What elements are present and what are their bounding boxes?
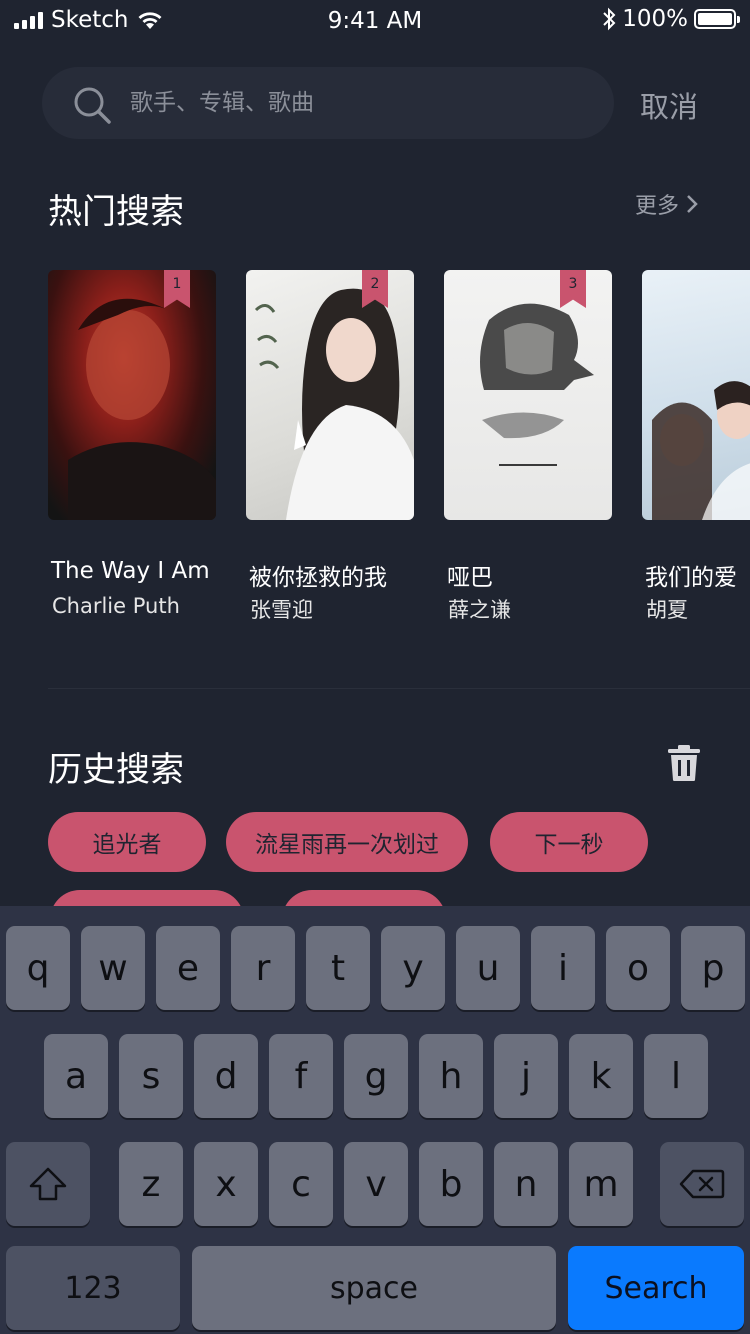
- shift-key[interactable]: [6, 1142, 90, 1226]
- bluetooth-icon: [603, 7, 616, 31]
- search-input[interactable]: [130, 67, 600, 139]
- album-cover: 1: [48, 270, 216, 520]
- history-tag[interactable]: 流星雨再一次划过: [226, 812, 468, 872]
- shift-icon: [29, 1167, 67, 1201]
- key-d[interactable]: d: [194, 1034, 258, 1118]
- cancel-button[interactable]: 取消: [640, 84, 698, 126]
- trash-icon[interactable]: [666, 744, 702, 782]
- hot-item[interactable]: 1 The Way I Am Charlie Puth: [48, 270, 216, 618]
- keyboard: q w e r t y u i o p a s d f g h j k l z …: [0, 906, 750, 1334]
- status-right: 100%: [602, 4, 740, 34]
- artist-name: Charlie Puth: [52, 594, 180, 618]
- key-q[interactable]: q: [6, 926, 70, 1010]
- history-tag[interactable]: 追光者: [48, 812, 206, 872]
- hot-item[interactable]: 2 被你拯救的我 张雪迎: [246, 270, 414, 622]
- section-divider: [48, 688, 750, 689]
- hot-item[interactable]: 我们的爱 胡夏: [642, 270, 750, 622]
- key-s[interactable]: s: [119, 1034, 183, 1118]
- album-cover: [642, 270, 750, 520]
- portrait-art: [254, 288, 414, 520]
- hot-item[interactable]: 3 哑巴 薛之谦: [444, 270, 612, 622]
- key-v[interactable]: v: [344, 1142, 408, 1226]
- space-key[interactable]: space: [192, 1246, 556, 1330]
- numbers-key[interactable]: 123: [6, 1246, 180, 1330]
- key-f[interactable]: f: [269, 1034, 333, 1118]
- hot-search-list: 1 The Way I Am Charlie Puth 2 被你拯救的我 张雪迎: [0, 270, 750, 630]
- history-tag[interactable]: 下一秒: [490, 812, 648, 872]
- key-o[interactable]: o: [606, 926, 670, 1010]
- artist-name: 薛之谦: [448, 598, 511, 622]
- search-key[interactable]: Search: [568, 1246, 744, 1330]
- couple-art: [652, 381, 750, 520]
- key-l[interactable]: l: [644, 1034, 708, 1118]
- key-u[interactable]: u: [456, 926, 520, 1010]
- song-title: The Way I Am: [51, 558, 210, 584]
- key-x[interactable]: x: [194, 1142, 258, 1226]
- backspace-key[interactable]: [660, 1142, 744, 1226]
- battery-icon: [694, 9, 740, 29]
- key-e[interactable]: e: [156, 926, 220, 1010]
- history-search-title: 历史搜索: [48, 750, 184, 790]
- search-icon: [74, 87, 111, 124]
- chevron-right-icon: [687, 195, 698, 213]
- more-label: 更多: [635, 194, 680, 219]
- key-c[interactable]: c: [269, 1142, 333, 1226]
- key-y[interactable]: y: [381, 926, 445, 1010]
- status-bar: Sketch 9:41 AM 100%: [0, 0, 750, 40]
- artist-name: 张雪迎: [250, 598, 313, 622]
- album-cover: 3: [444, 270, 612, 520]
- battery-percent: 100%: [622, 6, 688, 32]
- search-bar[interactable]: [42, 67, 614, 139]
- song-title: 我们的爱: [645, 565, 737, 591]
- silhouette-art: [480, 303, 594, 466]
- key-z[interactable]: z: [119, 1142, 183, 1226]
- key-i[interactable]: i: [531, 926, 595, 1010]
- album-cover: 2: [246, 270, 414, 520]
- key-t[interactable]: t: [306, 926, 370, 1010]
- key-j[interactable]: j: [494, 1034, 558, 1118]
- more-link[interactable]: 更多: [635, 188, 699, 220]
- key-r[interactable]: r: [231, 926, 295, 1010]
- artist-name: 胡夏: [646, 598, 688, 622]
- key-m[interactable]: m: [569, 1142, 633, 1226]
- song-title: 被你拯救的我: [249, 565, 387, 591]
- key-b[interactable]: b: [419, 1142, 483, 1226]
- song-title: 哑巴: [447, 565, 493, 591]
- key-k[interactable]: k: [569, 1034, 633, 1118]
- key-n[interactable]: n: [494, 1142, 558, 1226]
- key-p[interactable]: p: [681, 926, 745, 1010]
- key-a[interactable]: a: [44, 1034, 108, 1118]
- key-w[interactable]: w: [81, 926, 145, 1010]
- hot-search-title: 热门搜索: [48, 192, 184, 232]
- backspace-icon: [679, 1169, 725, 1199]
- portrait-art: [68, 298, 216, 520]
- key-h[interactable]: h: [419, 1034, 483, 1118]
- key-g[interactable]: g: [344, 1034, 408, 1118]
